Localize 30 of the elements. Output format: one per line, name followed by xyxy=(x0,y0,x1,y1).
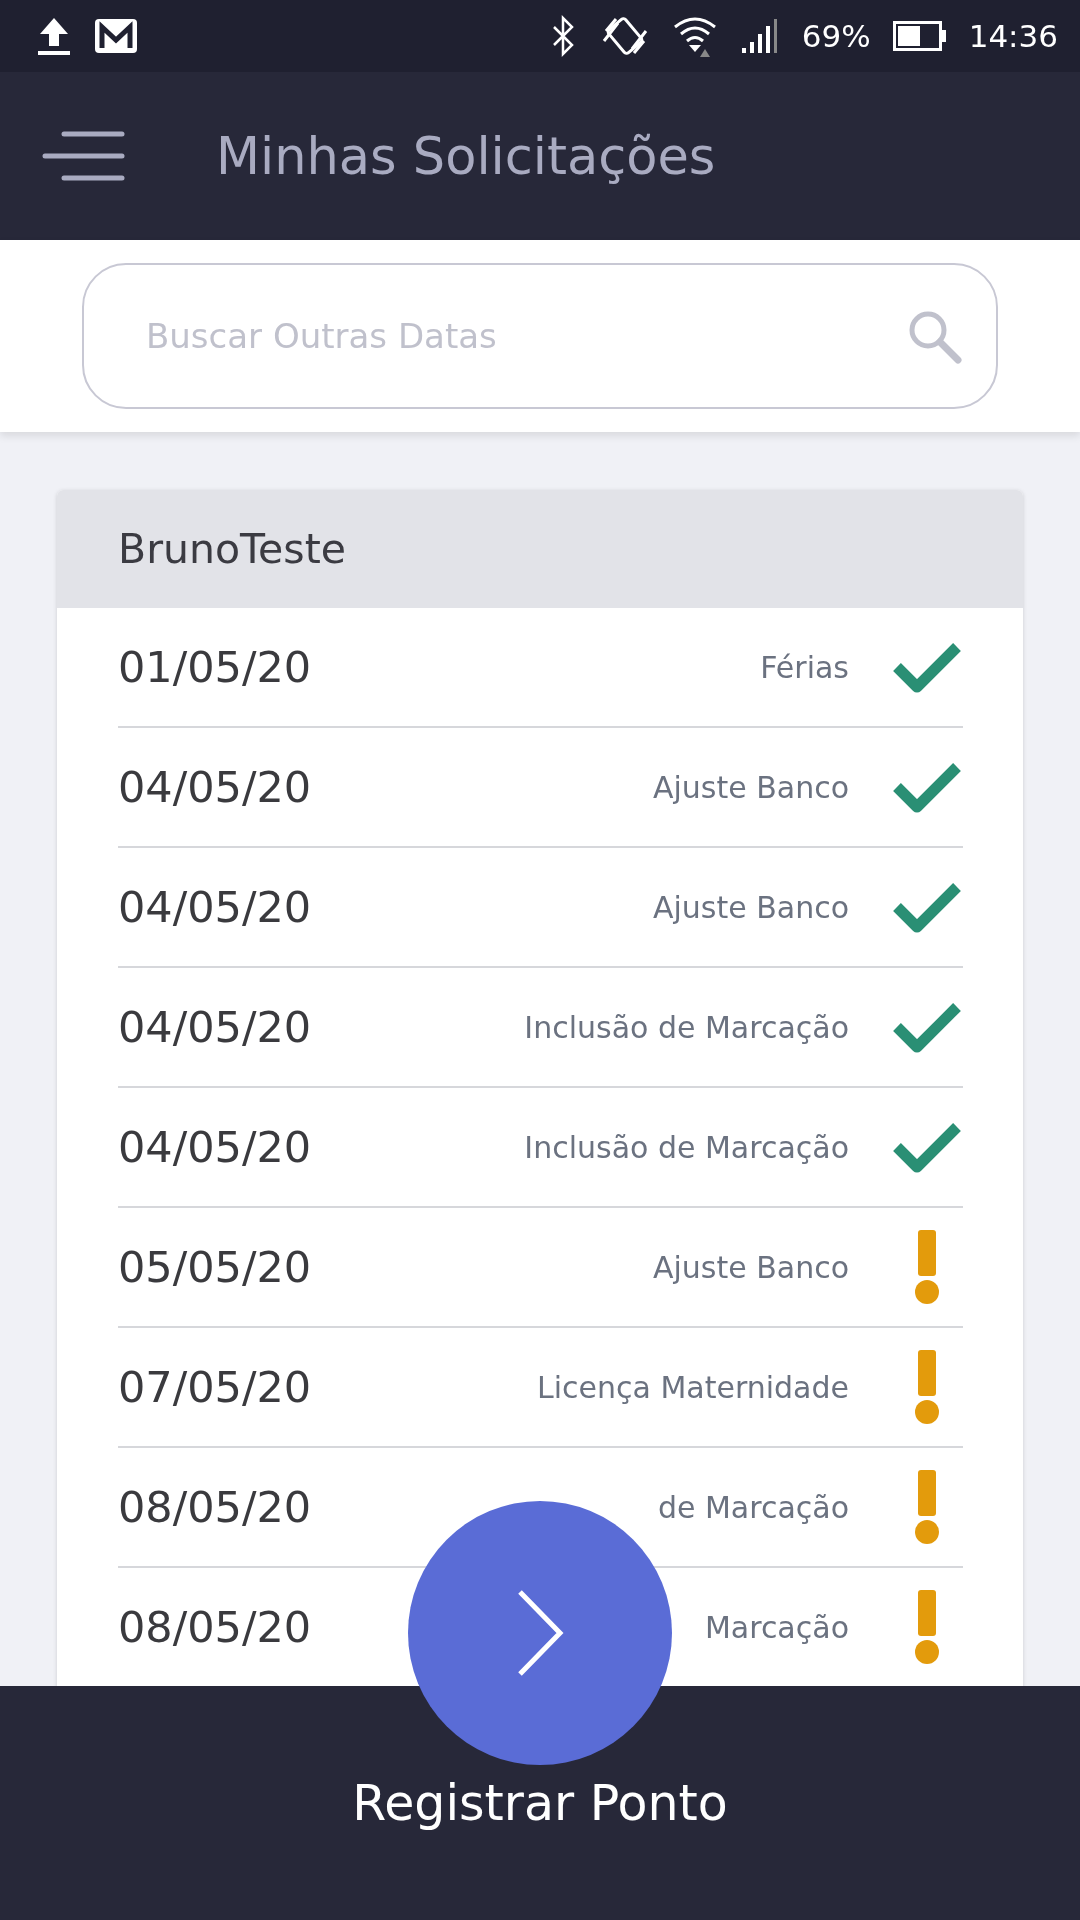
request-type: Férias xyxy=(759,649,850,685)
request-type: Ajuste Banco xyxy=(651,889,850,925)
request-date: 04/05/20 xyxy=(118,762,312,812)
battery-percentage: 69% xyxy=(801,18,871,54)
request-type: de Marcação xyxy=(656,1489,850,1525)
request-date: 05/05/20 xyxy=(118,1242,312,1292)
page-title: Minhas Solicitações xyxy=(216,126,716,186)
battery-icon xyxy=(892,21,947,51)
request-type: Inclusão de Marcação xyxy=(523,1009,850,1045)
request-type: Ajuste Banco xyxy=(651,769,850,805)
signal-icon xyxy=(739,18,780,54)
request-date: 04/05/20 xyxy=(118,1002,312,1052)
request-date: 04/05/20 xyxy=(118,1122,312,1172)
menu-icon[interactable] xyxy=(42,131,126,181)
chevron-icon xyxy=(515,1588,565,1678)
card-title: BrunoTeste xyxy=(118,525,346,573)
request-type: Inclusão de Marcação xyxy=(523,1129,850,1165)
mail-icon xyxy=(94,18,138,54)
request-type: Ajuste Banco xyxy=(651,1249,850,1285)
request-type: Licença Maternidade xyxy=(536,1369,850,1405)
request-date: 08/05/20 xyxy=(118,1602,312,1652)
clock: 14:36 xyxy=(968,18,1058,54)
search-field[interactable]: Buscar Outras Datas xyxy=(82,263,998,409)
register-label: Registrar Ponto xyxy=(352,1775,728,1832)
request-date: 08/05/20 xyxy=(118,1482,312,1532)
request-date: 01/05/20 xyxy=(118,642,312,692)
request-date: 04/05/20 xyxy=(118,882,312,932)
request-type: Marcação xyxy=(703,1609,850,1645)
upload-icon xyxy=(36,16,72,56)
request-date: 07/05/20 xyxy=(118,1362,312,1412)
